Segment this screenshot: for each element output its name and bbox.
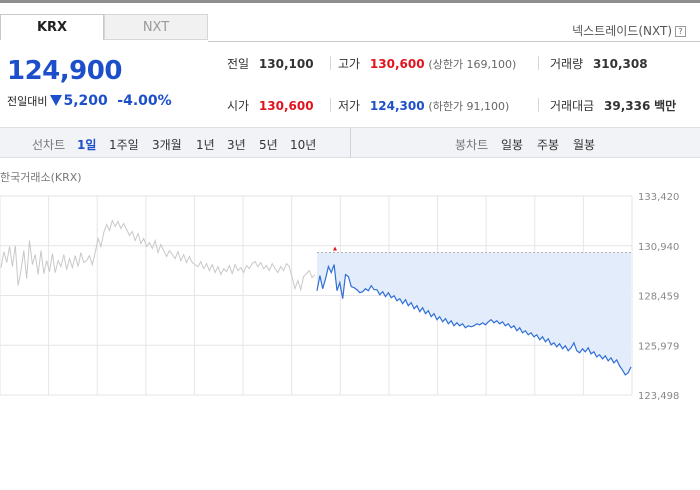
period-10y[interactable]: 10년 [290, 136, 316, 153]
price-chart[interactable]: 133,420 130,940 128,459 125,979 123,498 [0, 182, 700, 404]
question-box-icon[interactable]: ? [675, 26, 686, 37]
period-bar-divider [350, 128, 351, 158]
candle-chart-label: 봉차트 [455, 138, 489, 152]
stat-value: 124,300 [369, 99, 425, 113]
candle-weekly[interactable]: 주봉 [537, 136, 559, 153]
nxt-info-link[interactable]: 넥스트레이드(NXT)? [572, 22, 686, 39]
stat-value: 39,336 [604, 99, 651, 113]
today-area-fill [317, 252, 631, 375]
period-3y[interactable]: 3년 [227, 136, 246, 153]
candle-daily[interactable]: 일봉 [501, 136, 523, 153]
change-label: 전일대비 [7, 95, 48, 108]
stat-label: 거래량 [550, 57, 584, 71]
stat-label: 저가 [338, 99, 361, 113]
period-1y[interactable]: 1년 [196, 136, 215, 153]
top-border [0, 0, 700, 3]
price-chart-svg: 133,420 130,940 128,459 125,979 123,498 [0, 192, 679, 402]
y-axis-ticks: 133,420 130,940 128,459 125,979 123,498 [638, 192, 679, 402]
stat-unit: 백만 [654, 99, 677, 113]
change-amount: 5,200 [63, 93, 108, 109]
stat-separator [538, 56, 539, 70]
nxt-link-label[interactable]: 넥스트레이드(NXT) [572, 24, 672, 38]
period-1w[interactable]: 1주일 [109, 136, 139, 153]
stat-high: 고가 130,600 (상한가 169,100) [338, 55, 516, 72]
current-price: 124,900 [7, 56, 122, 86]
stat-label: 고가 [338, 57, 361, 71]
stat-label: 전일 [227, 57, 250, 71]
y-tick-label: 125,979 [638, 341, 679, 352]
period-1d[interactable]: 1일 [77, 136, 96, 153]
candle-monthly[interactable]: 월봉 [573, 136, 595, 153]
period-5y[interactable]: 5년 [259, 136, 278, 153]
upper-limit: (상한가 169,100) [428, 58, 517, 71]
stat-value: 130,600 [258, 99, 314, 113]
y-tick-label: 123,498 [638, 391, 679, 402]
stat-value: 130,600 [369, 57, 425, 71]
y-tick-label: 133,420 [638, 192, 679, 203]
period-3m[interactable]: 3개월 [152, 136, 182, 153]
stat-separator [330, 56, 331, 70]
stat-label: 거래대금 [550, 99, 595, 113]
chart-series [0, 219, 632, 376]
stat-volume: 거래량 310,308 [550, 55, 648, 72]
period-selector-bar: 선차트 1일 1주일 3개월 1년 3년 5년 10년 봉차트 일봉 주봉 월봉 [0, 127, 700, 158]
price-change: 전일대비 5,200 -4.00% [7, 93, 172, 109]
previous-session-line [0, 219, 316, 292]
high-marker [333, 246, 337, 251]
stat-open: 시가 130,600 [227, 97, 314, 114]
stat-separator [538, 98, 539, 112]
change-percent: -4.00% [117, 93, 172, 109]
tab-krx[interactable]: KRX [0, 14, 104, 40]
tab-nxt[interactable]: NXT [104, 14, 208, 40]
stat-label: 시가 [227, 99, 250, 113]
line-chart-label: 선차트 [32, 138, 66, 152]
stat-separator [330, 98, 331, 112]
y-tick-label: 130,940 [638, 242, 679, 253]
stat-value: 130,100 [258, 57, 314, 71]
tab-divider [208, 41, 700, 42]
stat-amount: 거래대금 39,336 백만 [550, 97, 676, 114]
lower-limit: (하한가 91,100) [428, 100, 510, 113]
down-triangle-icon [50, 95, 63, 106]
y-tick-label: 128,459 [638, 292, 679, 303]
stat-prev-close: 전일 130,100 [227, 55, 314, 72]
stat-value: 310,308 [592, 57, 648, 71]
stat-low: 저가 124,300 (하한가 91,100) [338, 97, 509, 114]
